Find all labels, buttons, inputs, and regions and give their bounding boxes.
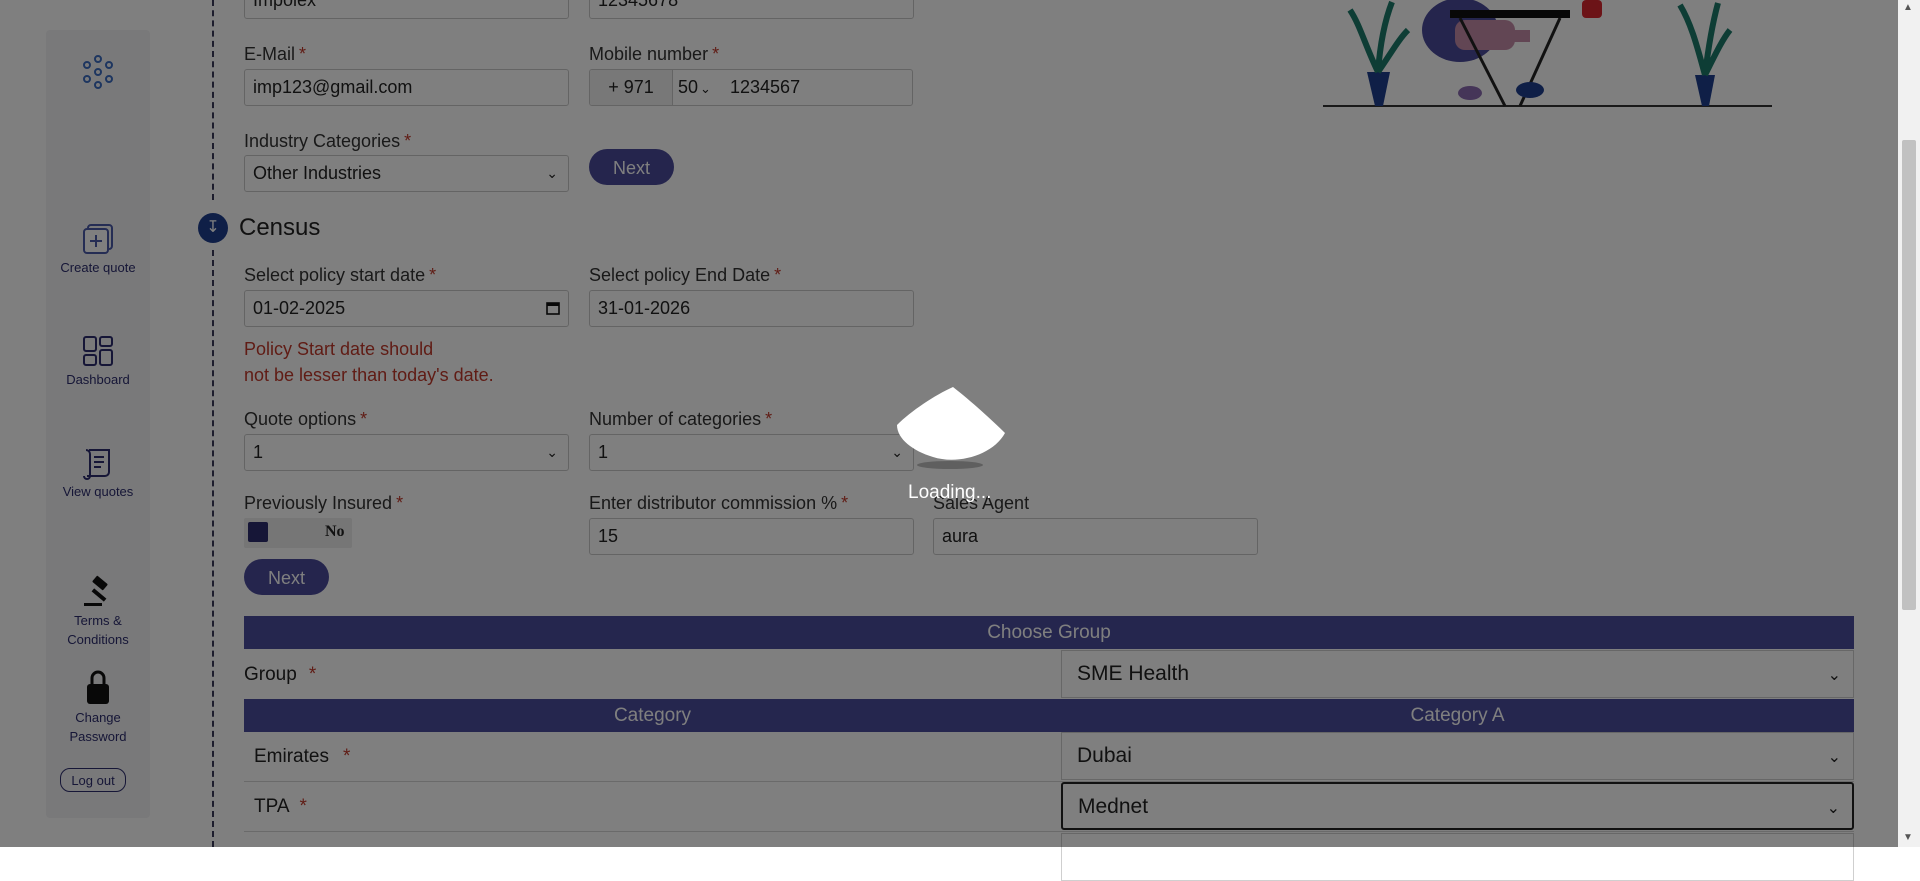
page-scrollbar[interactable]: ▲ ▼: [1898, 0, 1920, 847]
loading-text: Loading...: [908, 482, 992, 503]
loading-spinner-icon: [897, 387, 1005, 469]
scroll-down-icon[interactable]: ▼: [1903, 832, 1913, 843]
scroll-up-icon[interactable]: ▲: [1903, 2, 1913, 13]
scrollbar-thumb[interactable]: [1902, 140, 1916, 610]
